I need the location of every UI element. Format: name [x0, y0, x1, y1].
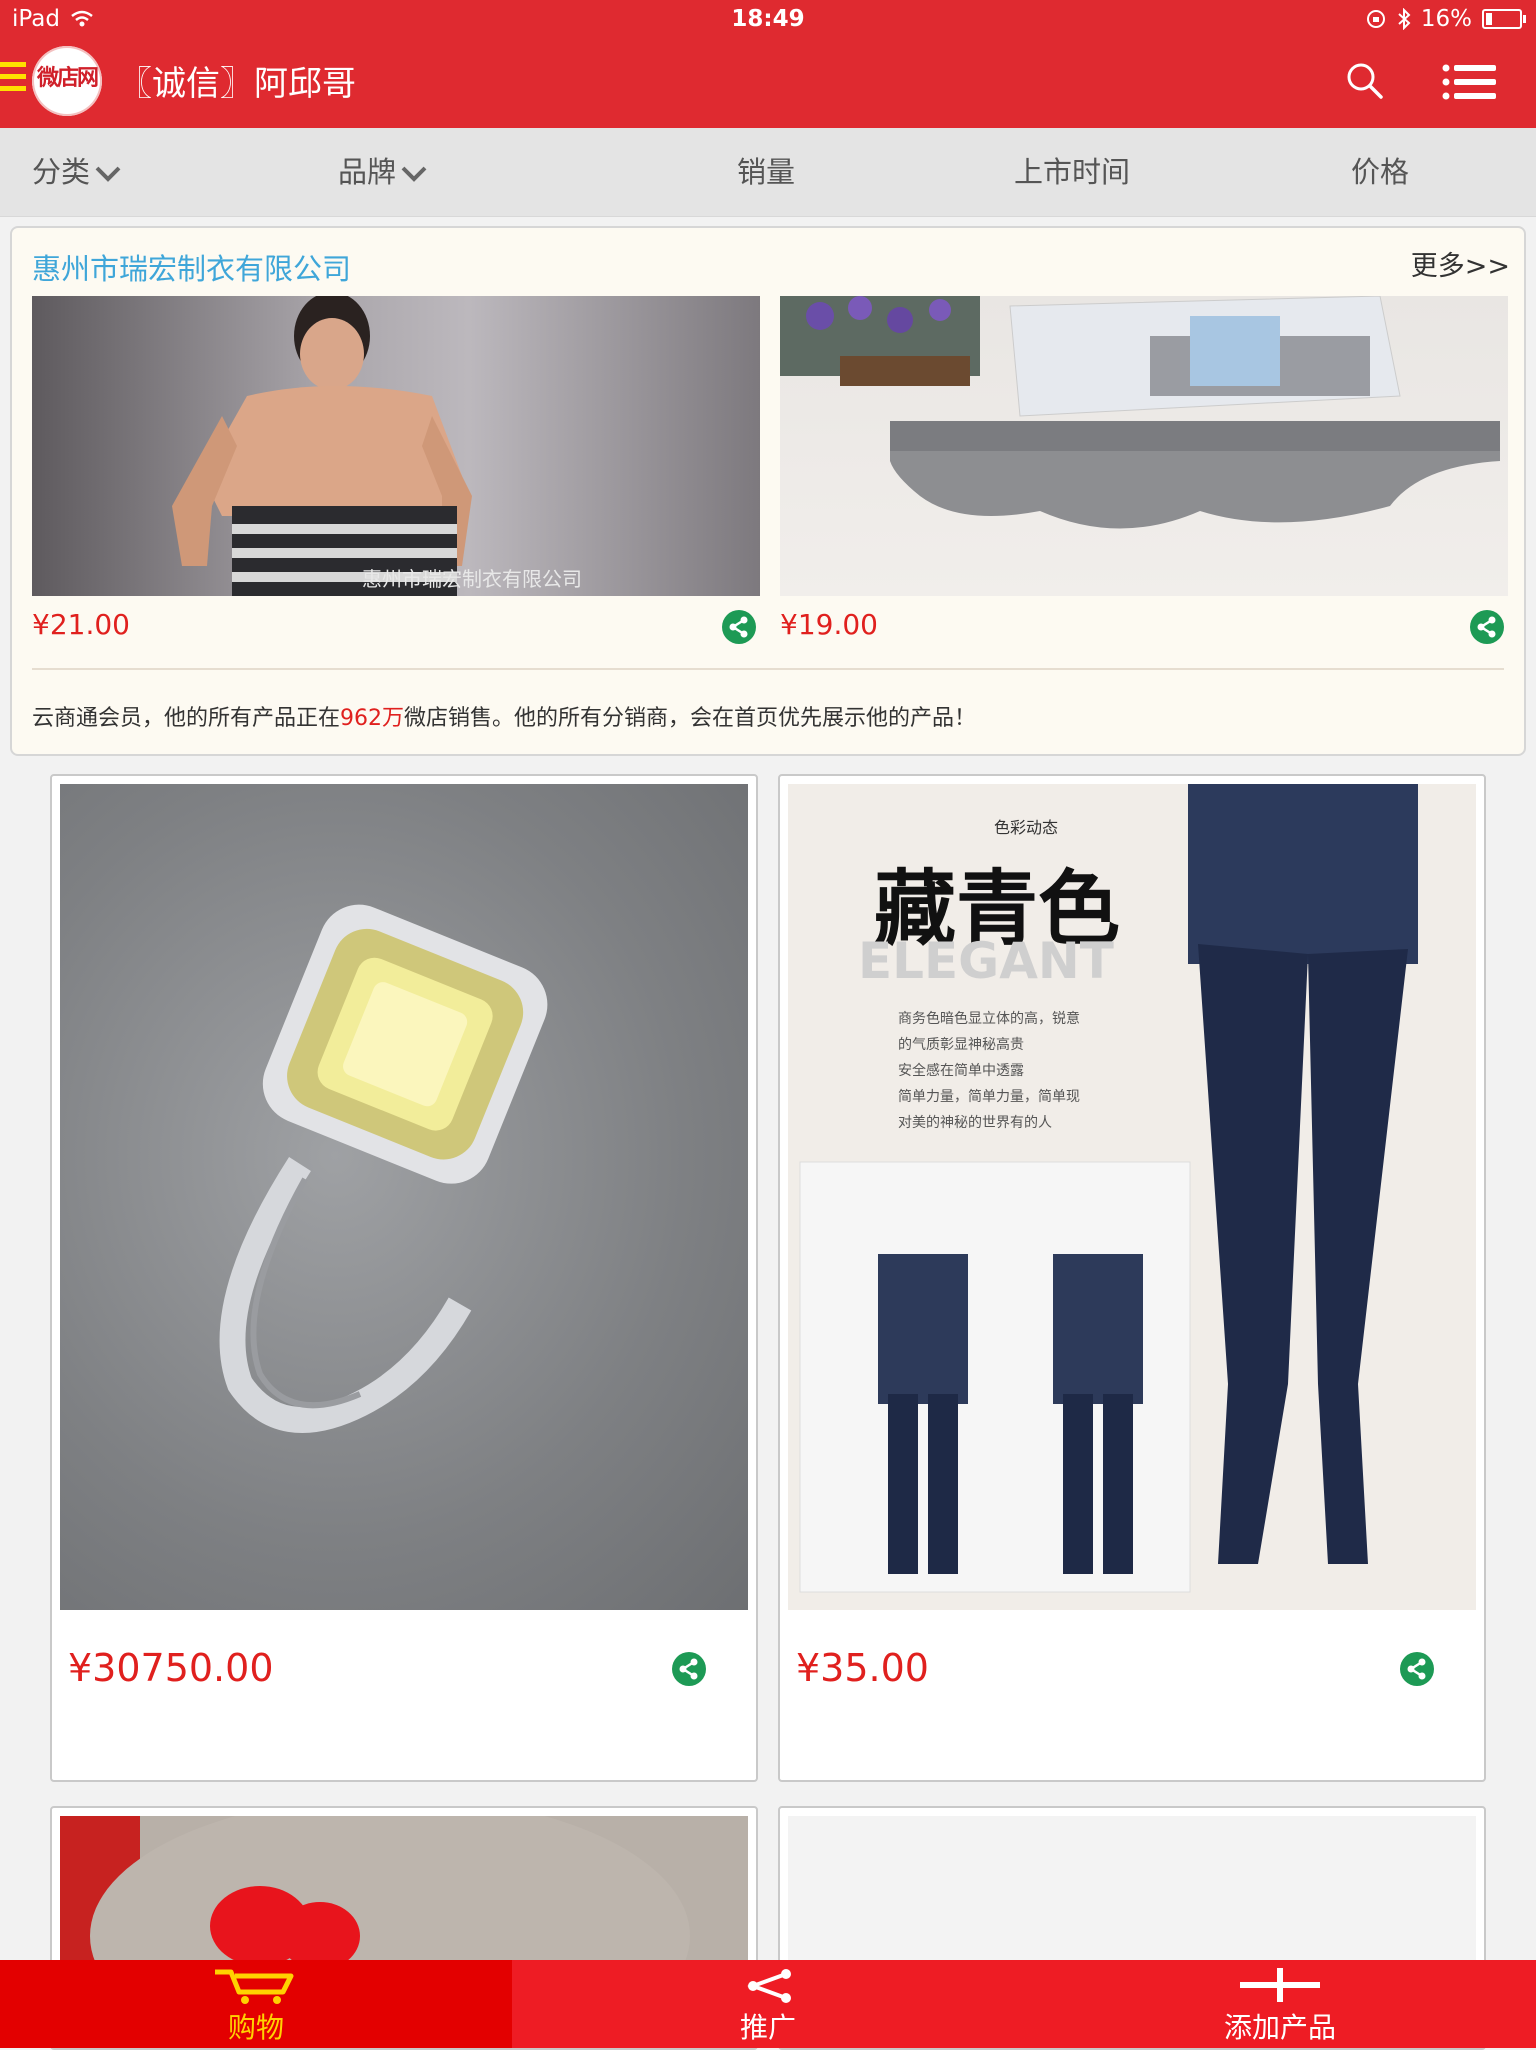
- image-line: 简单力量，简单力量，简单现: [898, 1089, 1080, 1105]
- notice-text: 云商通会员，他的所有产品正在: [32, 706, 341, 731]
- bottom-tab-bar: 购物 推广 添加产品: [0, 1960, 1536, 2048]
- image-watermark: 惠州市瑞宏制衣有限公司: [362, 567, 582, 591]
- product-image[interactable]: 色彩动态 藏青色 ELEGANT 商务色暗色显立体的高，锐意 的气质彰显神秘高贵…: [788, 784, 1476, 1610]
- share-icon[interactable]: [672, 1652, 706, 1686]
- filter-category-label: 分类: [32, 155, 91, 189]
- product-image[interactable]: 惠州市瑞宏制衣有限公司: [32, 296, 760, 596]
- briefs-illustration: [780, 296, 1500, 529]
- image-tag: 色彩动态: [994, 818, 1059, 837]
- bluetooth-icon: [1398, 8, 1411, 30]
- share-icon[interactable]: [722, 610, 756, 644]
- top-bar: iPad 18:49 16% 微店网 〖诚信〗阿邱哥: [0, 0, 1536, 128]
- tab-promote[interactable]: 推广: [512, 1960, 1024, 2048]
- clock: 18:49: [731, 6, 805, 32]
- plus-icon: [1240, 1968, 1320, 2002]
- filter-category[interactable]: 分类: [32, 128, 122, 216]
- divider: [32, 668, 1504, 670]
- rotation-lock-icon: [1366, 10, 1385, 28]
- product-card[interactable]: 色彩动态 藏青色 ELEGANT 商务色暗色显立体的高，锐意 的气质彰显神秘高贵…: [778, 774, 1486, 1782]
- chevron-down-icon: [401, 166, 427, 182]
- list-menu-icon[interactable]: [1442, 62, 1496, 102]
- tab-shopping[interactable]: 购物: [0, 1960, 512, 2048]
- image-description: 商务色暗色显立体的高，锐意 的气质彰显神秘高贵 安全感在简单中透露 简单力量，简…: [898, 1006, 1080, 1136]
- more-link[interactable]: 更多>>: [1411, 244, 1510, 283]
- product-image[interactable]: [60, 784, 748, 1610]
- product-price: ¥19.00: [780, 608, 878, 641]
- featured-supplier-box: 惠州市瑞宏制衣有限公司 更多>> 惠州市瑞宏制衣有限公司 ¥21.00 ¥19.…: [10, 226, 1526, 756]
- tab-add-product[interactable]: 添加产品: [1024, 1960, 1536, 2048]
- featured-product-2[interactable]: ¥19.00: [780, 296, 1508, 644]
- share-icon[interactable]: [1400, 1652, 1434, 1686]
- filter-bar: 分类 品牌 销量 上市时间 价格: [0, 128, 1536, 217]
- status-bar: iPad 18:49 16%: [0, 0, 1536, 40]
- product-price: ¥35.00: [796, 1646, 929, 1690]
- filter-brand-label: 品牌: [338, 155, 397, 189]
- image-line: 的气质彰显神秘高贵: [898, 1037, 1024, 1053]
- tab-label: 推广: [739, 2011, 796, 2044]
- company-name[interactable]: 惠州市瑞宏制衣有限公司: [32, 246, 351, 288]
- share-icon: [747, 1969, 791, 2003]
- filter-brand[interactable]: 品牌: [338, 128, 428, 216]
- tab-label: 添加产品: [1223, 2011, 1336, 2044]
- search-icon[interactable]: [1344, 60, 1384, 100]
- side-menu-icon[interactable]: [0, 62, 26, 96]
- app-logo[interactable]: 微店网: [32, 46, 102, 116]
- shop-title: 〖诚信〗阿邱哥: [118, 64, 356, 104]
- share-icon[interactable]: [1470, 610, 1504, 644]
- filter-release-date[interactable]: 上市时间: [1014, 128, 1130, 216]
- featured-product-1[interactable]: 惠州市瑞宏制衣有限公司 ¥21.00: [32, 296, 760, 644]
- product-price: ¥30750.00: [68, 1646, 274, 1690]
- product-price: ¥21.00: [32, 608, 130, 641]
- image-subtitle: ELEGANT: [858, 932, 1114, 990]
- battery-percent: 16%: [1420, 6, 1472, 32]
- image-line: 安全感在简单中透露: [898, 1063, 1024, 1079]
- cart-icon: [215, 1969, 294, 2004]
- filter-price[interactable]: 价格: [1351, 128, 1409, 216]
- app-header: 微店网 〖诚信〗阿邱哥: [0, 40, 1536, 128]
- battery-icon: [1482, 9, 1526, 29]
- filter-sales[interactable]: 销量: [737, 128, 795, 216]
- product-image[interactable]: [780, 296, 1508, 596]
- member-notice: 云商通会员，他的所有产品正在962万微店销售。他的所有分销商，会在首页优先展示他…: [32, 700, 976, 732]
- image-line: 对美的神秘的世界有的人: [898, 1115, 1052, 1131]
- product-card[interactable]: ¥30750.00: [50, 774, 758, 1782]
- notice-text: 微店销售。他的所有分销商，会在首页优先展示他的产品！: [404, 706, 977, 731]
- notice-highlight: 962万: [340, 706, 405, 731]
- chevron-down-icon: [95, 166, 121, 182]
- image-line: 商务色暗色显立体的高，锐意: [898, 1011, 1080, 1027]
- tab-label: 购物: [227, 2011, 284, 2044]
- ring-illustration: [219, 904, 548, 1433]
- model-underwear-illustration: 惠州市瑞宏制衣有限公司: [172, 296, 582, 596]
